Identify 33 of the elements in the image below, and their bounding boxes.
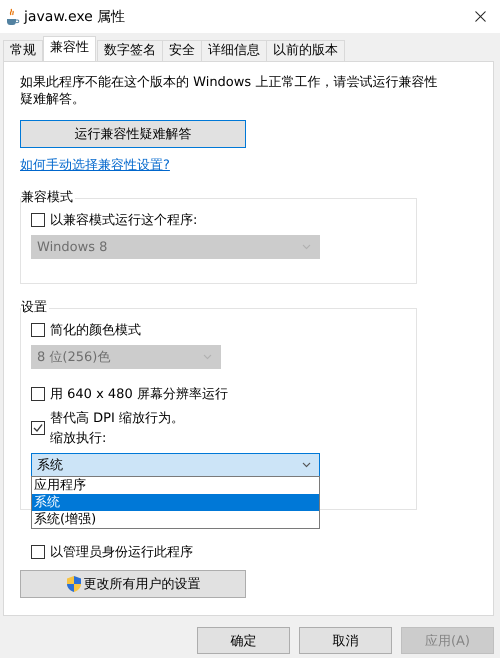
checkbox-label: 替代高 DPI 缩放行为。 [50, 410, 184, 427]
tab[interactable]: 数字签名 [97, 40, 163, 61]
tab[interactable]: 常规 [3, 40, 43, 61]
help-link[interactable]: 如何手动选择兼容性设置? [20, 157, 170, 174]
dropdown-option[interactable]: 系统(增强) [32, 511, 319, 528]
dropdown[interactable]: 系统 [31, 453, 320, 477]
checkbox[interactable] [31, 545, 45, 559]
close-icon[interactable] [475, 11, 486, 22]
chevron-down-icon [302, 244, 311, 250]
group-title: 兼容模式 [21, 190, 75, 206]
tab[interactable]: 兼容性 [43, 36, 96, 61]
dropdown-option[interactable]: 应用程序 [32, 477, 319, 494]
intro-text: 如果此程序不能在这个版本的 Windows 上正常工作，请尝试运行兼容性疑难解答。 [20, 74, 438, 108]
shield-icon [66, 575, 82, 593]
checkbox-label: 用 640 x 480 屏幕分辨率运行 [50, 386, 228, 403]
all-users-button[interactable]: 更改所有用户的设置 [20, 570, 246, 598]
checkbox[interactable] [31, 323, 45, 337]
dialog-button[interactable]: 确定 [197, 627, 290, 654]
tab[interactable]: 以前的版本 [266, 40, 345, 61]
chevron-down-icon [203, 354, 212, 360]
dropdown-option[interactable]: 系统 [32, 494, 319, 511]
checkbox-label: 简化的颜色模式 [50, 322, 141, 339]
checkbox[interactable] [31, 213, 45, 227]
checkbox[interactable] [31, 421, 45, 435]
chevron-down-icon [302, 462, 311, 468]
app-icon [4, 8, 20, 26]
window-title: javaw.exe 属性 [24, 8, 126, 26]
checkbox[interactable] [31, 387, 45, 401]
dialog-button[interactable]: 取消 [299, 627, 392, 654]
troubleshoot-button[interactable]: 运行兼容性疑难解答 [20, 120, 246, 148]
checkbox-label: 以管理员身份运行此程序 [50, 544, 193, 561]
checkbox-label: 以兼容模式运行这个程序: [50, 212, 198, 229]
option-label: 缩放执行: [50, 430, 108, 447]
